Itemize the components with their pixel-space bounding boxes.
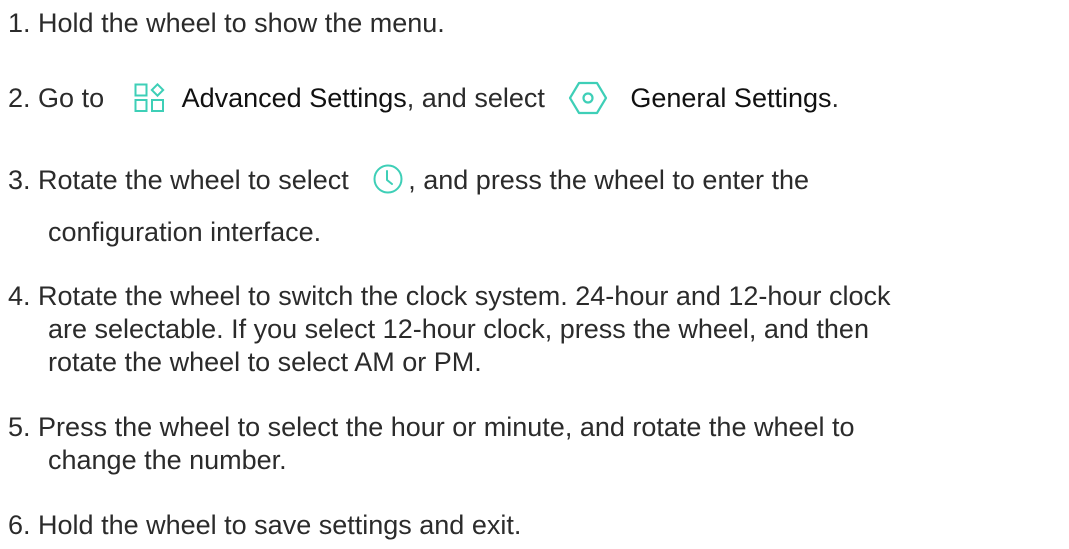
advanced-settings-icon — [134, 82, 168, 113]
step-text: Rotate the wheel to select — [38, 165, 349, 195]
step-period: . — [831, 83, 840, 113]
step-6: 6. Hold the wheel to save settings and e… — [8, 509, 521, 541]
step-2: 2. Go to Advanced Settings, and select G… — [8, 81, 840, 117]
step-number: 4. — [8, 281, 31, 311]
step-number: 2. — [8, 83, 31, 113]
step-number: 5. — [8, 412, 31, 442]
step-text-continued: , and press the wheel to enter the — [408, 165, 810, 195]
step-4-line-3: rotate the wheel to select AM or PM. — [48, 347, 482, 377]
advanced-settings-label: Advanced Settings — [181, 83, 407, 113]
clock-icon — [372, 163, 404, 195]
step-text: Press the wheel to select the hour or mi… — [38, 412, 855, 442]
step-5-line-2: change the number. — [48, 445, 287, 475]
step-3-line-2: configuration interface. — [48, 217, 322, 247]
step-number: 6. — [8, 510, 31, 540]
step-text-and-select: , and select — [406, 83, 545, 113]
step-5: 5. Press the wheel to select the hour or… — [8, 411, 855, 443]
step-number: 1. — [8, 8, 31, 38]
step-text: Rotate the wheel to switch the clock sys… — [38, 281, 891, 311]
step-text-go-to: Go to — [38, 83, 105, 113]
step-text: Hold the wheel to save settings and exit… — [38, 510, 522, 540]
step-number: 3. — [8, 165, 31, 195]
step-1: 1. Hold the wheel to show the menu. — [8, 7, 445, 39]
general-settings-icon — [568, 81, 608, 115]
step-4-line-2: are selectable. If you select 12-hour cl… — [48, 314, 869, 344]
step-3: 3. Rotate the wheel to select , and pres… — [8, 164, 809, 198]
step-4: 4. Rotate the wheel to switch the clock … — [8, 280, 890, 312]
step-text: Hold the wheel to show the menu. — [38, 8, 445, 38]
general-settings-label: General Settings — [630, 83, 832, 113]
